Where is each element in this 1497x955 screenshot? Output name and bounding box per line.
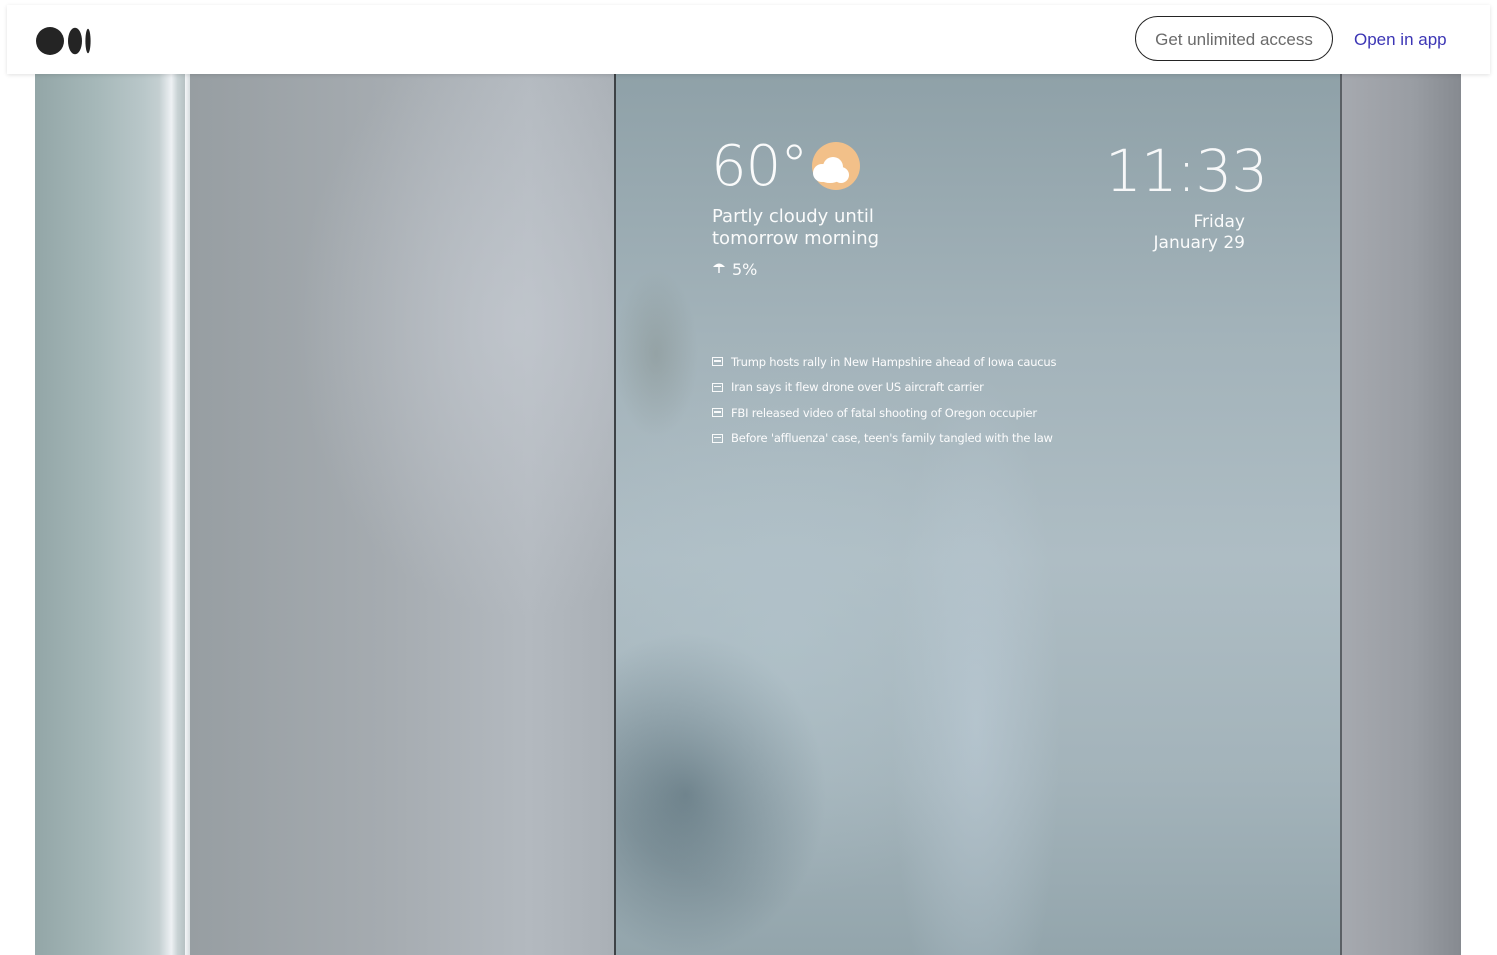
newspaper-icon [712,382,723,392]
mirror-temperature: 60° [711,134,808,199]
umbrella-icon [713,263,725,273]
mirror-clock: 11:33 [1105,137,1268,205]
news-item: Before 'affluenza' case, teen's family t… [712,426,1056,452]
page: Get unlimited access Open in app 60° Par… [0,0,1497,955]
mirror-day: Friday [1193,212,1245,232]
mirror-forecast-text: Partly cloudy until tomorrow morning [712,206,880,249]
get-unlimited-access-button[interactable]: Get unlimited access [1135,16,1333,61]
photo-right-wall [1342,74,1461,955]
mirror-date: January 29 [1153,233,1245,253]
news-item: FBI released video of fatal shooting of … [712,400,1056,426]
medium-logo-icon[interactable] [36,27,92,55]
newspaper-icon [712,357,723,367]
newspaper-icon [712,433,723,443]
partly-cloudy-icon [812,142,860,190]
article-hero-image: 60° Partly cloudy until tomorrow morning… [35,74,1461,955]
top-nav-bar: Get unlimited access Open in app [7,5,1490,74]
mirror-precipitation: 5% [712,260,757,279]
precipitation-value: 5% [732,260,758,279]
photo-wall-strip [35,74,190,955]
news-headline: FBI released video of fatal shooting of … [731,405,1037,420]
news-headline: Before 'affluenza' case, teen's family t… [731,431,1053,446]
news-item: Iran says it flew drone over US aircraft… [712,375,1056,401]
open-in-app-link[interactable]: Open in app [1354,29,1447,51]
news-headline: Trump hosts rally in New Hampshire ahead… [731,354,1057,369]
newspaper-icon [712,408,723,418]
news-headline: Iran says it flew drone over US aircraft… [731,380,984,395]
photo-wall-panel [190,74,614,955]
mirror-news-list: Trump hosts rally in New Hampshire ahead… [712,349,1057,452]
news-item: Trump hosts rally in New Hampshire ahead… [712,349,1057,375]
